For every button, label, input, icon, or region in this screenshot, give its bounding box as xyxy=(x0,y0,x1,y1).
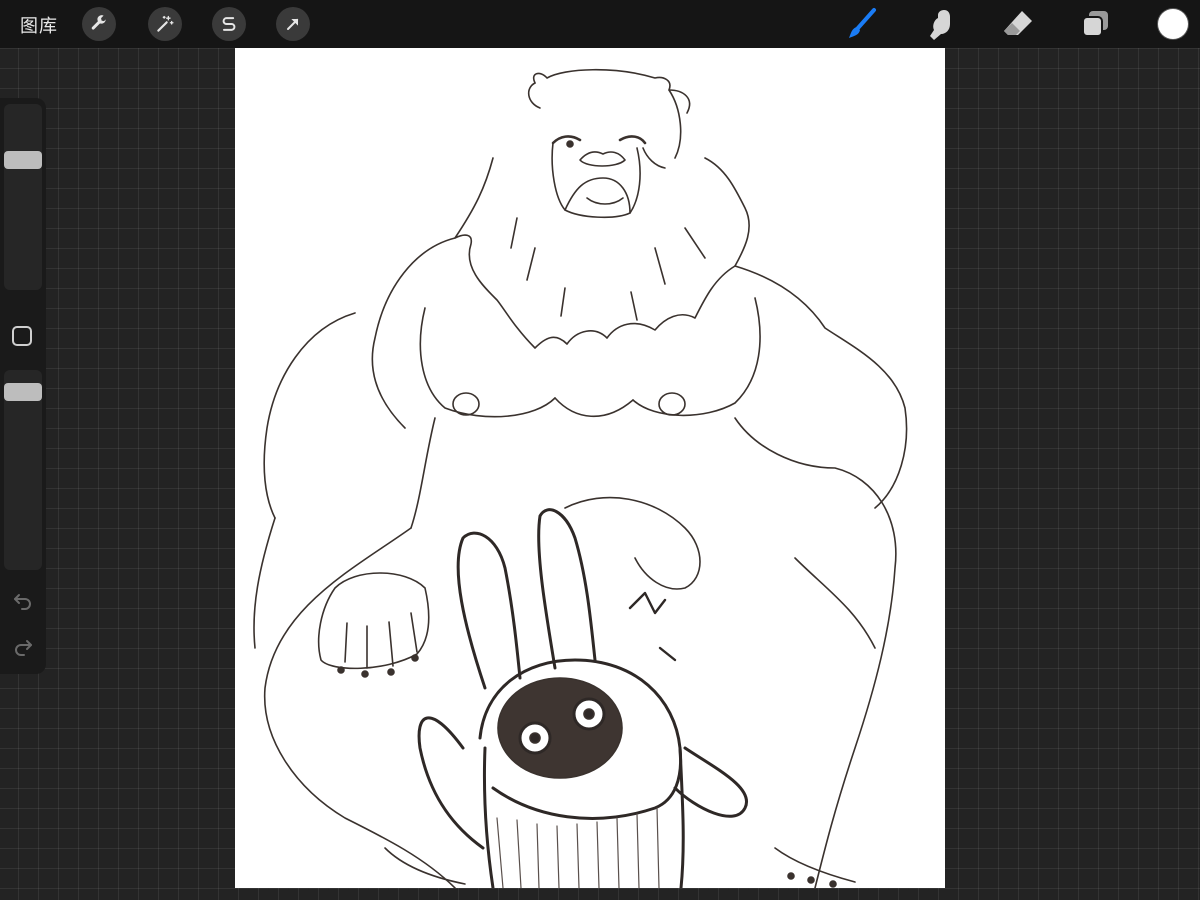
smudge-button[interactable] xyxy=(922,6,958,42)
magic-wand-icon xyxy=(157,15,174,32)
redo-icon[interactable] xyxy=(11,634,35,658)
layers-icon xyxy=(1082,11,1108,37)
transform-button[interactable] xyxy=(276,7,310,41)
drawing-canvas[interactable] xyxy=(235,48,945,888)
undo-icon[interactable] xyxy=(11,588,35,612)
selection-s-icon xyxy=(222,17,236,31)
brush-size-slider[interactable] xyxy=(4,104,42,290)
brush-icon xyxy=(849,8,876,38)
left-sidebar xyxy=(0,98,46,674)
opacity-slider[interactable] xyxy=(4,370,42,570)
eraser-button[interactable] xyxy=(1000,6,1036,42)
opacity-slider-thumb[interactable] xyxy=(4,383,42,401)
adjustments-button[interactable] xyxy=(148,7,182,41)
modify-button[interactable] xyxy=(12,326,32,346)
gallery-button[interactable]: 图库 xyxy=(20,12,58,38)
arrow-cursor-icon xyxy=(287,18,299,30)
top-toolbar: 图库 xyxy=(0,0,1200,48)
actions-button[interactable] xyxy=(82,7,116,41)
selection-button[interactable] xyxy=(212,7,246,41)
brush-button[interactable] xyxy=(844,6,880,42)
smudge-finger-icon xyxy=(930,10,950,40)
sketch-artwork xyxy=(253,68,908,888)
wrench-icon xyxy=(91,15,107,30)
color-picker-button[interactable] xyxy=(1158,9,1188,39)
brush-size-slider-thumb[interactable] xyxy=(4,151,42,169)
eraser-icon xyxy=(1004,11,1032,35)
layers-button[interactable] xyxy=(1078,6,1114,42)
